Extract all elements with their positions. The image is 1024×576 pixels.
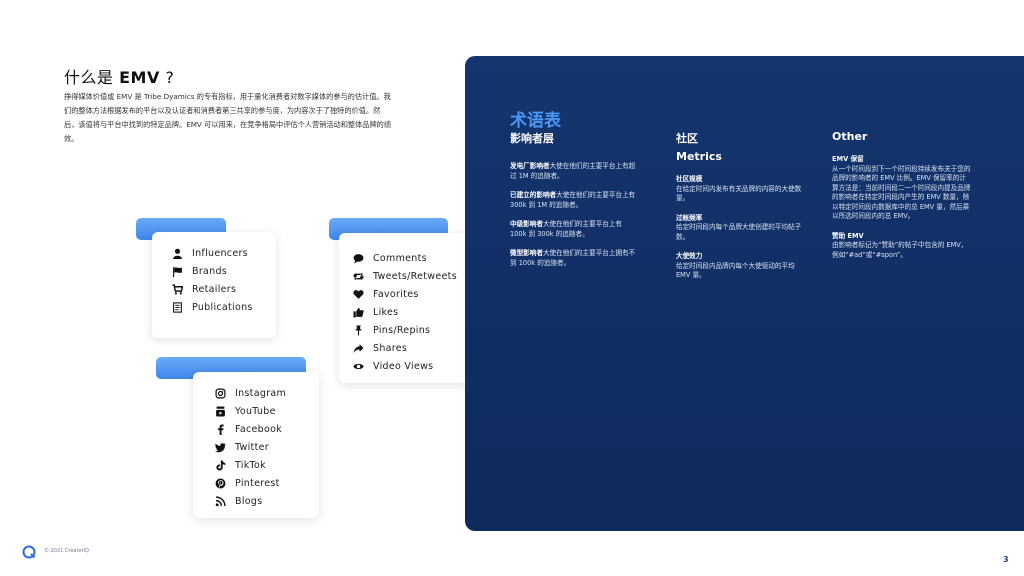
glossary-term: 已建立的影响者大使在他们的主要平台上有 300k 到 1M 的追随者。 — [510, 191, 636, 209]
list-item: Pins/Repins — [351, 321, 476, 339]
list-item: Blogs — [213, 492, 319, 510]
glossary-column-influencer-tiers: 影响者层 发电厂影响者大使在他们的主要平台上有超过 1M 的追随者。 已建立的影… — [510, 130, 638, 278]
glossary-term: 中级影响者大使在他们的主要平台上有 100k 到 300k 的追随者。 — [510, 220, 623, 238]
comment-icon — [351, 251, 365, 265]
glossary-term: 微型影响者大使在他们的主要平台上拥有不到 100k 的追随者。 — [510, 249, 636, 267]
rss-icon — [213, 494, 227, 508]
twitter-icon — [213, 440, 227, 454]
column-subheading: Metrics — [676, 150, 722, 163]
creatoriq-logo-icon — [22, 544, 36, 559]
list-item-label: TikTok — [235, 459, 266, 471]
list-item-label: Facebook — [235, 423, 283, 435]
list-item: YouTube — [213, 402, 319, 420]
list-item-label: Instagram — [235, 387, 287, 399]
list-item: Publications — [170, 298, 276, 316]
copyright-text: © 2021 CreatorIQ — [44, 548, 89, 554]
list-item-label: Pins/Repins — [373, 324, 431, 336]
flag-icon — [170, 264, 184, 278]
glossary-column-community-metrics: 社区 Metrics 社区规模 在给定时间内发布有关品牌的内容的大使数量。 过帐频… — [676, 130, 810, 291]
list-item-label: Tweets/Retweets — [373, 270, 457, 282]
list-item: Pinterest — [213, 474, 319, 492]
column-heading: 社区 — [676, 132, 698, 145]
newspaper-icon — [170, 300, 184, 314]
list-item: Tweets/Retweets — [351, 267, 476, 285]
facebook-icon — [213, 422, 227, 436]
intro-paragraph: 挣得媒体价值或 EMV 是 Tribe Dyamics 的专有指标，用于量化消费… — [64, 92, 392, 143]
glossary-column-other: Other EMV 保留 从一个时间段到下一个时间段持续发布关于您的品牌的影响者的… — [832, 130, 972, 270]
list-item-label: Retailers — [192, 283, 237, 295]
page-title: 什么是 EMV ? — [64, 68, 175, 87]
list-item: Retailers — [170, 280, 276, 298]
list-item-label: Video Views — [373, 360, 434, 372]
list-item: TikTok — [213, 456, 319, 474]
person-icon — [170, 246, 184, 260]
shopping-cart-icon — [170, 282, 184, 296]
list-item: Video Views — [351, 357, 476, 375]
list-item-label: YouTube — [235, 405, 276, 417]
list-item-label: Pinterest — [235, 477, 280, 489]
heart-icon — [351, 287, 365, 301]
engagement-card: Comments Tweets/Retweets Favorites Likes… — [339, 233, 476, 383]
list-item: Brands — [170, 262, 276, 280]
list-item-label: Blogs — [235, 495, 263, 507]
list-item-label: Comments — [373, 252, 427, 264]
list-item: Shares — [351, 339, 476, 357]
list-item-label: Publications — [192, 301, 253, 313]
thumbs-up-icon — [351, 305, 365, 319]
youtube-icon — [213, 404, 227, 418]
list-item-label: Shares — [373, 342, 408, 354]
page-number: 3 — [1003, 555, 1009, 564]
list-item: Facebook — [213, 420, 319, 438]
column-heading: 影响者层 — [510, 132, 554, 145]
tiktok-icon — [213, 458, 227, 472]
eye-icon — [351, 359, 365, 373]
pin-icon — [351, 323, 365, 337]
glossary-term: 大使效力 给定时间段内品牌内每个大使驱动的平均 EMV 量。 — [676, 252, 795, 279]
glossary-term: 过帐频率 给定时间段内每个品牌大使创建的平均帖子数。 — [676, 213, 802, 241]
list-item: Twitter — [213, 438, 319, 456]
instagram-icon — [213, 386, 227, 400]
list-item: Instagram — [213, 384, 319, 402]
glossary-term: EMV 保留 从一个时间段到下一个时间段持续发布关于您的品牌的影响者的 EMV 比… — [832, 155, 971, 220]
list-item-label: Brands — [192, 265, 228, 277]
glossary-panel: 术语表 影响者层 发电厂影响者大使在他们的主要平台上有超过 1M 的追随者。 已… — [465, 56, 1024, 531]
retweet-icon — [351, 269, 365, 283]
list-item: Comments — [351, 249, 476, 267]
list-item-label: Twitter — [235, 441, 269, 453]
share-icon — [351, 341, 365, 355]
list-item-label: Likes — [373, 306, 399, 318]
list-item-label: Influencers — [192, 247, 248, 259]
glossary-term: 社区规模 在给定时间内发布有关品牌的内容的大使数量。 — [676, 175, 802, 202]
glossary-term: 赞助 EMV 由影响者标记为“赞助”的帖子中包含的 EMV，例如“#ad”或“#s… — [832, 231, 968, 259]
glossary-title: 术语表 — [510, 111, 561, 131]
glossary-term: 发电厂影响者大使在他们的主要平台上有超过 1M 的追随者。 — [510, 162, 636, 180]
list-item: Favorites — [351, 285, 476, 303]
pinterest-icon — [213, 476, 227, 490]
platforms-card: Instagram YouTube Facebook Twitter TikTo… — [193, 372, 319, 518]
sources-card: Influencers Brands Retailers Publication… — [152, 232, 276, 338]
column-heading: Other — [832, 130, 868, 143]
list-item: Likes — [351, 303, 476, 321]
list-item: Influencers — [170, 244, 276, 262]
list-item-label: Favorites — [373, 288, 419, 300]
